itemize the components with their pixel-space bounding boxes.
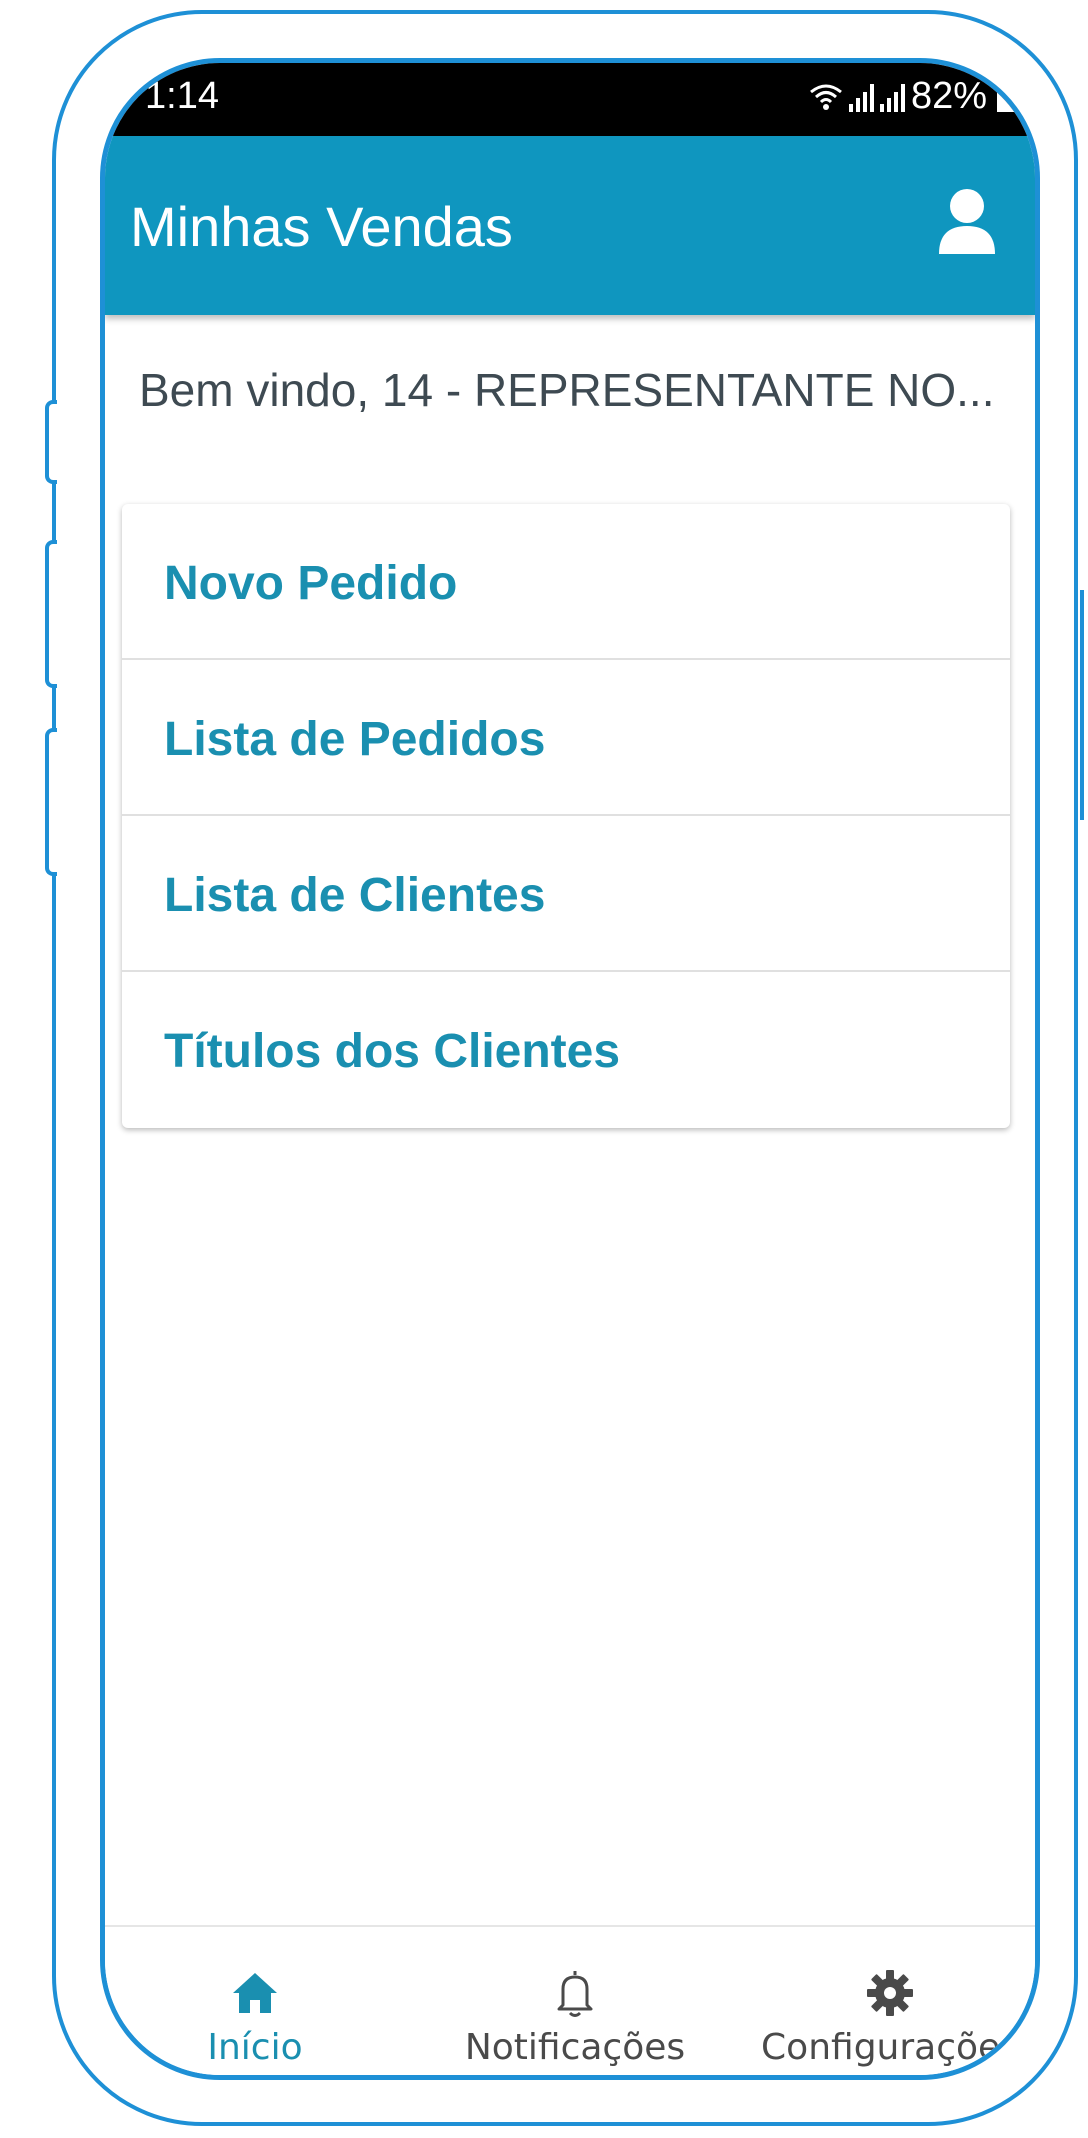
nav-label-notificacoes: Notificações <box>464 2027 686 2068</box>
bottom-navigation: Início Notificações Configurações <box>105 1925 1035 2075</box>
power-button <box>1080 590 1088 820</box>
menu-item-label: Títulos dos Clientes <box>164 1025 621 1078</box>
status-time: 1:14 <box>145 75 219 117</box>
menu-item-titulos-dos-clientes[interactable]: Títulos dos Clientes <box>122 972 1010 1128</box>
home-icon <box>233 1973 277 2013</box>
menu-item-label: Lista de Clientes <box>164 869 546 922</box>
bell-icon <box>557 1971 593 2017</box>
app-bar: Minhas Vendas <box>105 136 1035 315</box>
volume-up-button <box>45 400 57 484</box>
page-canvas: 1:14 82% Minhas Vendas Bem vindo, 14 - R… <box>0 0 1088 2138</box>
menu-item-lista-de-pedidos[interactable]: Lista de Pedidos <box>122 660 1010 816</box>
signal-icon-2 <box>879 82 905 112</box>
nav-tab-notificacoes[interactable]: Notificações <box>430 1927 720 2075</box>
status-indicators: 82% <box>809 75 1017 118</box>
phone-screen: 1:14 82% Minhas Vendas Bem vindo, 14 - R… <box>100 58 1040 2080</box>
menu-item-novo-pedido[interactable]: Novo Pedido <box>122 504 1010 660</box>
menu-item-lista-de-clientes[interactable]: Lista de Clientes <box>122 816 1010 972</box>
menu-card: Novo Pedido Lista de Pedidos Lista de Cl… <box>122 504 1010 1128</box>
volume-down-button <box>45 540 57 688</box>
nav-tab-configuracoes[interactable]: Configurações <box>755 1927 1025 2075</box>
gear-icon <box>867 1970 913 2016</box>
bixby-button <box>45 728 57 876</box>
wifi-icon <box>810 84 842 110</box>
menu-item-label: Novo Pedido <box>164 557 458 610</box>
battery-percent: 82% <box>910 75 987 117</box>
welcome-message: Bem vindo, 14 - REPRESENTANTE NO... <box>139 364 995 416</box>
person-icon[interactable] <box>937 186 997 256</box>
nav-tab-inicio[interactable]: Início <box>145 1927 365 2075</box>
status-bar: 1:14 82% <box>105 63 1035 136</box>
app-title: Minhas Vendas <box>130 195 513 258</box>
signal-icon-1 <box>848 82 874 112</box>
nav-label-inicio: Início <box>207 2027 303 2068</box>
battery-icon <box>997 81 1017 112</box>
menu-item-label: Lista de Pedidos <box>164 713 546 766</box>
nav-label-configuracoes: Configurações <box>761 2027 1019 2068</box>
